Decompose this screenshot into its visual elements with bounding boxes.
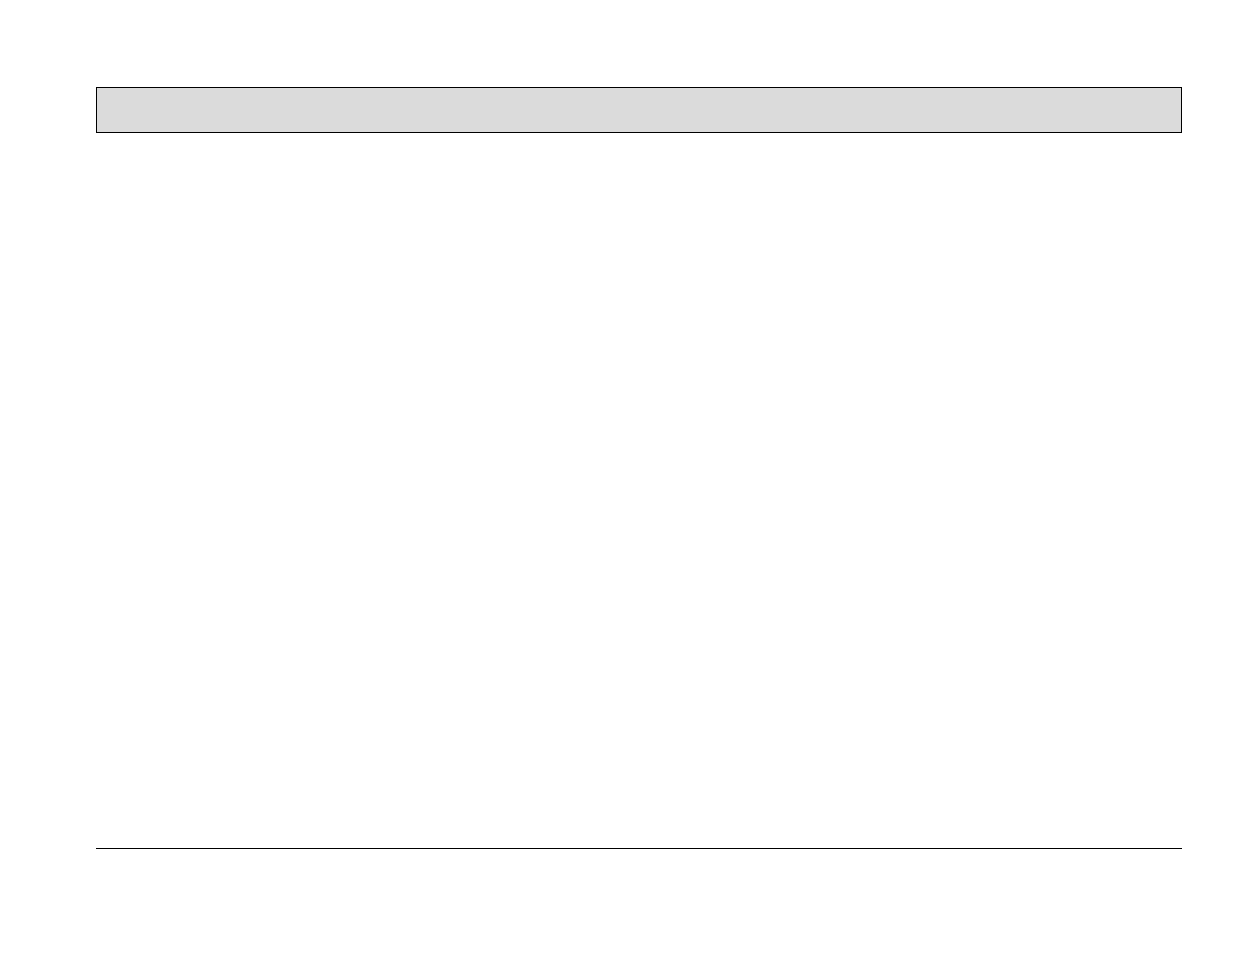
header-panel [96, 87, 1182, 133]
footer-divider [96, 848, 1182, 849]
